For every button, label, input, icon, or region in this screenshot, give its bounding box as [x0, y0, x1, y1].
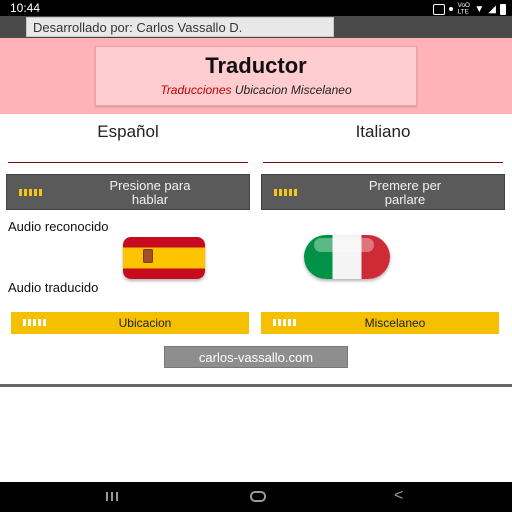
home-icon[interactable]: [250, 491, 266, 502]
volte-icon: VoO LTE: [457, 2, 470, 16]
notification-icon: [432, 3, 445, 15]
audio-translated-label: Audio traducido: [8, 280, 99, 295]
nav-location[interactable]: Ubicacion: [235, 83, 288, 97]
header: Traductor Traducciones Ubicacion Miscela…: [0, 38, 512, 114]
signal-icon: ◢: [488, 3, 496, 15]
coat-of-arms-icon: [143, 249, 153, 263]
audio-recognized-label: Audio reconocido: [8, 219, 109, 234]
developer-label: Desarrollado por: Carlos Vassallo D.: [26, 17, 334, 37]
source-language-label[interactable]: Español: [8, 122, 248, 142]
nav-misc[interactable]: Miscelaneo: [291, 83, 352, 97]
status-bar: 10:44 VoO LTE ▼ ◢: [0, 0, 512, 16]
italy-flag-icon[interactable]: [304, 235, 390, 279]
status-time: 10:44: [10, 1, 41, 15]
back-icon[interactable]: <: [394, 487, 403, 505]
speak-spanish-label: Presione para hablar: [109, 178, 191, 207]
recents-icon[interactable]: [106, 492, 118, 501]
spain-flag-icon[interactable]: [123, 237, 205, 279]
audio-meter-icon: [273, 319, 296, 326]
audio-meter-icon: [23, 319, 46, 326]
location-button[interactable]: Ubicacion: [11, 312, 249, 334]
website-button[interactable]: carlos-vassallo.com: [164, 346, 348, 368]
dot-icon: [448, 7, 453, 11]
target-language-underline: [263, 162, 503, 163]
battery-icon: [500, 3, 506, 15]
misc-label: Miscelaneo: [364, 316, 426, 330]
header-nav: Traducciones Ubicacion Miscelaneo: [96, 83, 416, 97]
source-language-underline: [8, 162, 248, 163]
page-title: Traductor: [205, 53, 307, 78]
speak-italian-button[interactable]: Premere per parlare: [261, 174, 505, 210]
audio-meter-icon: [274, 189, 297, 196]
speak-spanish-button[interactable]: Presione para hablar: [6, 174, 250, 210]
divider: [0, 384, 512, 387]
location-label: Ubicacion: [118, 316, 172, 330]
target-language-label[interactable]: Italiano: [263, 122, 503, 142]
system-nav-bar: <: [0, 482, 512, 512]
app-bar: Desarrollado por: Carlos Vassallo D.: [0, 16, 512, 38]
title-box: Traductor Traducciones Ubicacion Miscela…: [95, 46, 417, 106]
nav-translations[interactable]: Traducciones: [160, 83, 231, 97]
audio-meter-icon: [19, 189, 42, 196]
status-icons: VoO LTE ▼ ◢: [432, 2, 506, 16]
wifi-icon: ▼: [474, 3, 485, 15]
speak-italian-label: Premere per parlare: [368, 178, 442, 207]
misc-button[interactable]: Miscelaneo: [261, 312, 499, 334]
